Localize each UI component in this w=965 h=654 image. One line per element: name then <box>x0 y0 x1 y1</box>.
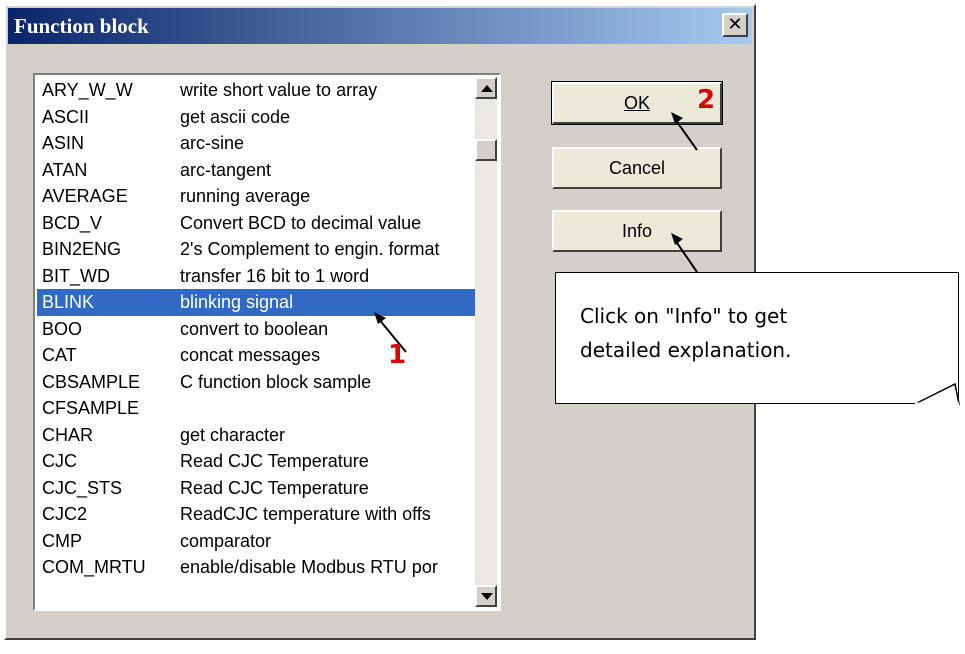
arrow-info-head <box>671 233 683 245</box>
arrow-info-line <box>674 239 698 273</box>
annotation-overlay <box>374 112 960 406</box>
step-marker-1: 1 <box>388 340 407 370</box>
arrow-2-line <box>674 118 698 151</box>
step-marker-2: 2 <box>697 85 716 115</box>
callout-tail <box>914 382 960 405</box>
arrow-2-head <box>671 112 683 124</box>
arrow-1-head <box>374 312 386 324</box>
